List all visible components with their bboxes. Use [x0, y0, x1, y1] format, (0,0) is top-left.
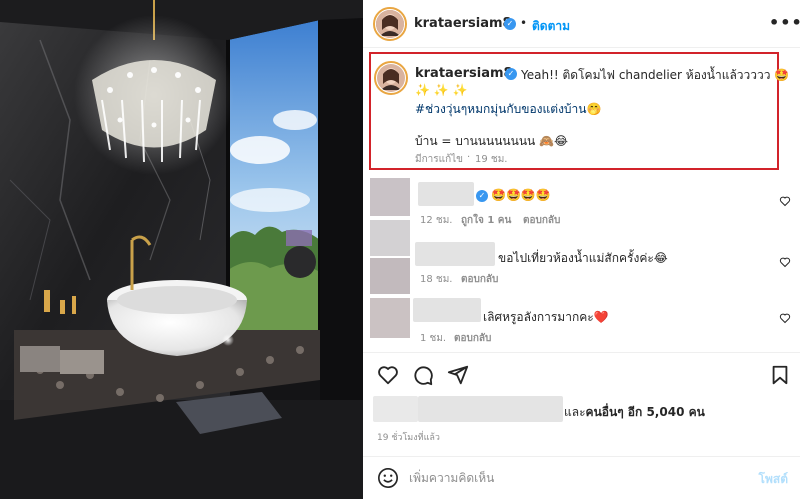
- instagram-post-view: krataersiam8 ✓ • ติดตาม ••• krataersiam8…: [0, 0, 800, 499]
- comment-time[interactable]: 12 ชม.: [420, 213, 452, 228]
- comment-heart-icon[interactable]: [779, 256, 791, 268]
- header-username[interactable]: krataersiam8: [414, 16, 512, 31]
- avatar-image: [376, 10, 404, 38]
- comment-input[interactable]: [409, 469, 739, 487]
- caption-sparkles: ✨ ✨ ✨: [415, 83, 468, 97]
- liker-avatars-blur: [373, 396, 418, 422]
- caption-highlight: krataersiam8 ✓ Yeah!! ติดโคมไฟ chandelie…: [369, 52, 789, 170]
- post-header: krataersiam8 ✓ • ติดตาม •••: [363, 0, 800, 48]
- comment-likes[interactable]: ถูกใจ 1 คน: [461, 213, 511, 228]
- liker-names-blur: [418, 396, 563, 422]
- caption-verified-icon: ✓: [505, 68, 517, 80]
- comment-reply-button[interactable]: ตอบกลับ: [454, 331, 491, 346]
- caption-avatar[interactable]: [377, 64, 405, 92]
- comment-avatar[interactable]: [370, 220, 410, 256]
- comment-time[interactable]: 18 ชม.: [420, 272, 452, 287]
- caption-edited-label: มีการแก้ไข: [415, 154, 463, 165]
- post-comment-button[interactable]: โพสต์: [759, 470, 788, 489]
- post-image[interactable]: [0, 0, 363, 499]
- bathroom-photo: [0, 0, 363, 499]
- actions-divider: [363, 352, 800, 353]
- comment-avatar-lower: [370, 258, 410, 294]
- add-comment-bar: โพสต์: [363, 456, 800, 499]
- comment-verified-icon: ✓: [476, 190, 488, 202]
- caption-line-1: Yeah!! ติดโคมไฟ chandelier ห้องน้ำแล้ววว…: [521, 68, 790, 82]
- comment-avatar[interactable]: [370, 298, 410, 338]
- comment-reply-button[interactable]: ตอบกลับ: [523, 213, 560, 228]
- caption-line-4: บ้าน = บานนนนนนนน 🙈😂: [415, 134, 568, 148]
- likes-prefix: และ: [564, 405, 586, 419]
- share-icon[interactable]: [447, 364, 469, 386]
- verified-icon: ✓: [504, 18, 516, 30]
- comment-avatar[interactable]: [370, 178, 410, 216]
- caption-hashtag[interactable]: #ช่วงวุ่นๆหมกมุ่นกับของแต่งบ้าน🤭: [415, 100, 601, 119]
- post-time-ago[interactable]: 19 ชั่วโมงที่แล้ว: [377, 430, 440, 444]
- caption-time[interactable]: 19 ชม.: [475, 152, 507, 167]
- follow-button[interactable]: ติดตาม: [532, 17, 570, 36]
- emoji-icon[interactable]: [377, 467, 399, 489]
- comment-text: เลิศหรูอลังการมากคะ❤️: [483, 310, 609, 324]
- caption-username[interactable]: krataersiam8: [415, 66, 513, 81]
- comment-icon[interactable]: [412, 364, 434, 386]
- caption-avatar-image: [377, 64, 405, 92]
- comment-text: ขอไปเที่ยวห้องน้ำแม่สักครั้งค่ะ😂: [498, 251, 668, 265]
- separator-dot: •: [520, 16, 528, 30]
- comment-reply-button[interactable]: ตอบกลับ: [461, 272, 498, 287]
- comment-time[interactable]: 1 ชม.: [420, 331, 446, 346]
- comment-text: 🤩🤩🤩🤩: [491, 188, 551, 202]
- post-side-panel: krataersiam8 ✓ • ติดตาม ••• krataersiam8…: [363, 0, 800, 499]
- likes-count[interactable]: คนอื่นๆ อีก 5,040 คน: [586, 405, 705, 419]
- more-options-icon[interactable]: •••: [769, 13, 800, 32]
- like-heart-icon[interactable]: [377, 364, 399, 386]
- likes-summary[interactable]: และคนอื่นๆ อีก 5,040 คน: [564, 403, 705, 422]
- comment-heart-icon[interactable]: [779, 312, 791, 324]
- caption-separator: ·: [467, 152, 471, 163]
- blurred-username: [415, 242, 495, 266]
- avatar[interactable]: [376, 10, 404, 38]
- comment-heart-icon[interactable]: [779, 195, 791, 207]
- blurred-username: [418, 182, 474, 206]
- blurred-username: [413, 298, 481, 322]
- save-icon[interactable]: [769, 364, 791, 386]
